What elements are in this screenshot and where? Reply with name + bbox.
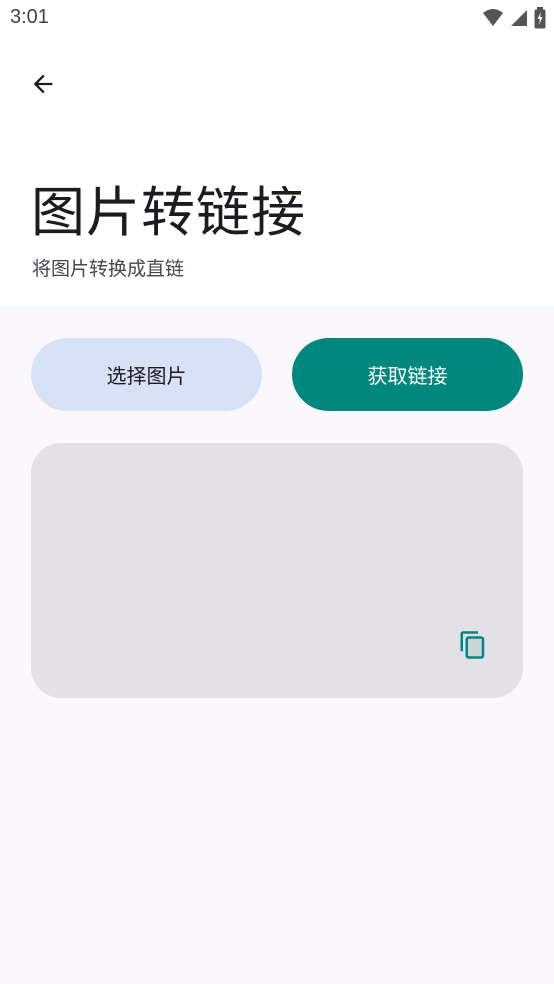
result-card[interactable] bbox=[31, 443, 523, 698]
status-icons bbox=[482, 7, 546, 33]
get-link-label: 获取链接 bbox=[367, 364, 448, 388]
arrow-back-icon bbox=[29, 70, 57, 102]
signal-icon bbox=[510, 8, 528, 32]
status-bar: 3:01 bbox=[0, 0, 554, 38]
page-title: 图片转链接 bbox=[31, 181, 306, 244]
battery-icon bbox=[534, 7, 546, 33]
copy-button[interactable] bbox=[455, 629, 491, 665]
back-button[interactable] bbox=[19, 62, 67, 110]
page-subtitle: 将图片转换成直链 bbox=[32, 258, 185, 280]
wifi-icon bbox=[482, 8, 504, 32]
select-image-button[interactable]: 选择图片 bbox=[31, 338, 262, 411]
status-time: 3:01 bbox=[10, 6, 49, 28]
select-image-label: 选择图片 bbox=[106, 364, 187, 388]
get-link-button[interactable]: 获取链接 bbox=[292, 338, 523, 411]
copy-icon bbox=[458, 630, 488, 664]
